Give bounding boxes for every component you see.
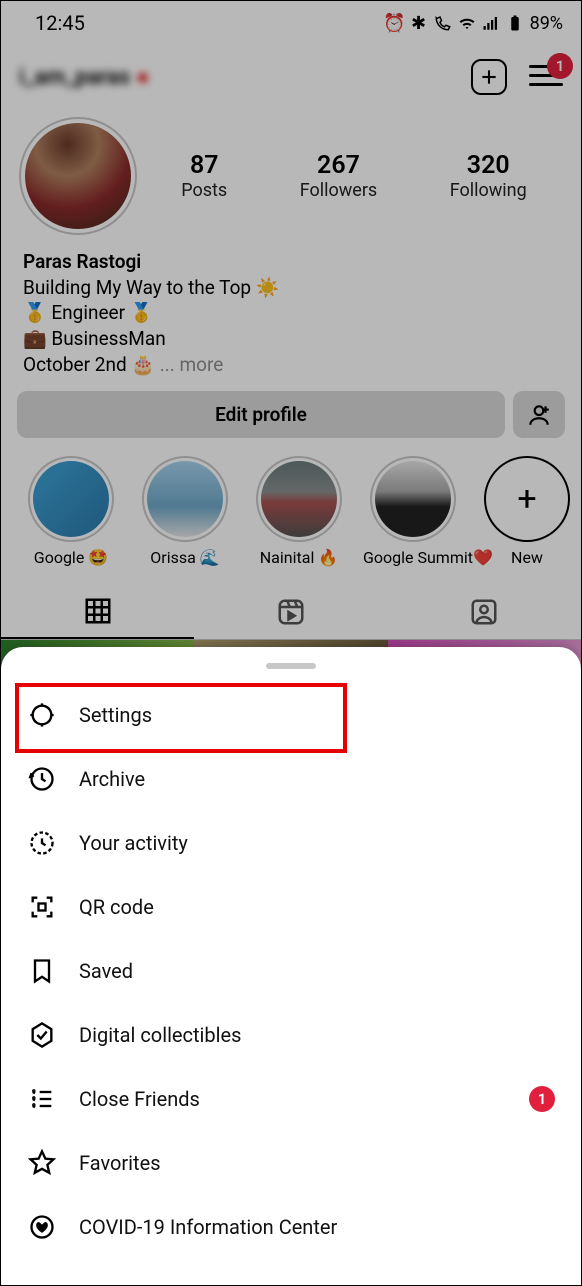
battery-percent: 89% [530,13,563,34]
profile-name: Paras Rastogi [23,249,561,275]
create-post-button[interactable] [471,59,507,95]
highlight-item[interactable]: Google Summit❤️ [363,456,463,567]
qr-icon [27,892,57,922]
profile-tabs [1,585,581,640]
story-highlights: Google 🤩 Orissa 🌊 Nainital 🔥 Google Summ… [1,456,581,581]
profile-header: i_am_paras● 1 [1,39,581,107]
followers-stat[interactable]: 267 Followers [300,151,378,201]
menu-label: Settings [79,703,152,727]
menu-label: Close Friends [79,1087,200,1111]
menu-label: Your activity [79,831,188,855]
username-dropdown[interactable]: i_am_paras● [19,64,149,90]
status-time: 12:45 [35,11,85,35]
bio-line: Building My Way to the Top ☀️ [23,275,561,301]
activity-icon [27,828,57,858]
sheet-menu: Settings Archive Your activity QR code [1,679,581,1263]
bottom-sheet: Settings Archive Your activity QR code [1,647,581,1285]
close-friends-icon [27,1084,57,1114]
menu-settings[interactable]: Settings [1,683,581,747]
menu-archive[interactable]: Archive [1,747,581,811]
posts-stat[interactable]: 87 Posts [181,151,227,201]
menu-close-friends[interactable]: Close Friends 1 [1,1067,581,1131]
saved-icon [27,956,57,986]
menu-covid[interactable]: COVID-19 Information Center [1,1195,581,1259]
edit-profile-button[interactable]: Edit profile [17,391,505,438]
bio-line: October 2nd 🎂 ... more [23,352,561,378]
menu-saved[interactable]: Saved [1,939,581,1003]
call-icon [434,14,452,32]
profile-stats-row: 87 Posts 267 Followers 320 Following [1,107,581,245]
menu-activity[interactable]: Your activity [1,811,581,875]
signal-icon [482,14,500,32]
tagged-tab[interactable] [388,585,581,639]
menu-badge: 1 [547,53,573,79]
status-icons: ⏰ ✱ 89% [386,13,563,34]
sheet-handle[interactable] [266,663,316,669]
menu-label: Digital collectibles [79,1023,241,1047]
menu-label: Archive [79,767,145,791]
status-bar: 12:45 ⏰ ✱ 89% [1,1,581,39]
bio-line: 💼 BusinessMan [23,326,561,352]
new-highlight-button[interactable]: +New [477,456,577,567]
settings-icon [27,700,57,730]
profile-avatar[interactable] [19,117,137,235]
archive-icon [27,764,57,794]
wifi-icon [458,14,476,32]
menu-digital-collectibles[interactable]: Digital collectibles [1,1003,581,1067]
menu-favorites[interactable]: Favorites [1,1131,581,1195]
alarm-icon: ⏰ [386,14,404,32]
highlight-item[interactable]: Orissa 🌊 [135,456,235,567]
discover-people-button[interactable] [513,391,565,438]
close-friends-badge: 1 [529,1086,555,1112]
menu-label: QR code [79,895,154,919]
grid-tab[interactable] [1,585,194,639]
hexagon-check-icon [27,1020,57,1050]
menu-button[interactable]: 1 [529,65,563,89]
heart-circle-icon [27,1212,57,1242]
reels-tab[interactable] [194,585,387,639]
bluetooth-icon: ✱ [410,14,428,32]
following-stat[interactable]: 320 Following [450,151,527,201]
battery-icon [506,14,524,32]
menu-label: COVID-19 Information Center [79,1215,337,1239]
menu-label: Favorites [79,1151,161,1175]
star-icon [27,1148,57,1178]
menu-qr[interactable]: QR code [1,875,581,939]
profile-bio: Paras Rastogi Building My Way to the Top… [1,245,581,391]
menu-label: Saved [79,959,133,983]
highlight-item[interactable]: Google 🤩 [21,456,121,567]
highlight-item[interactable]: Nainital 🔥 [249,456,349,567]
more-link[interactable]: ... more [160,353,224,376]
bio-line: 🥇 Engineer 🥇 [23,300,561,326]
